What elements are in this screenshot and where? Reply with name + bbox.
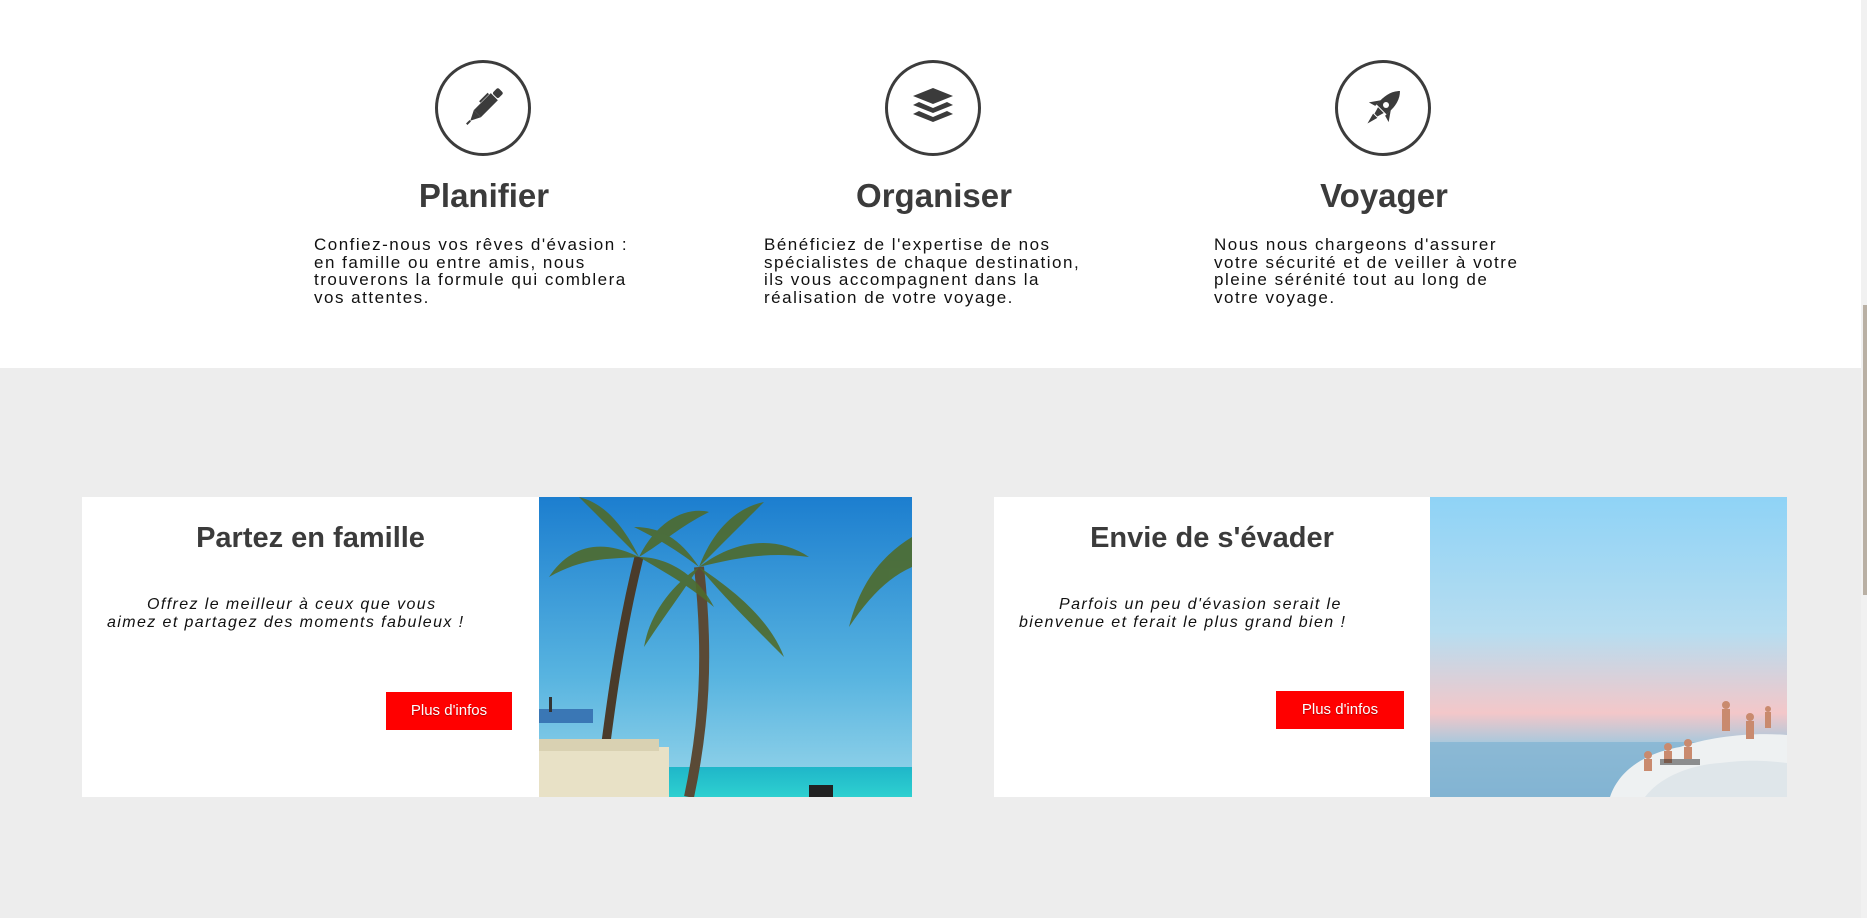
promo-title: Envie de s'évader (1090, 522, 1334, 554)
rocket-icon (1335, 60, 1431, 156)
promo-description: Parfois un peu d'évasion serait le bienv… (1019, 596, 1347, 631)
palm-beach-photo (539, 497, 912, 797)
beach-rocks-photo (1430, 497, 1787, 797)
plus-infos-button[interactable]: Plus d'infos (386, 692, 512, 730)
feature-title: Voyager (1320, 177, 1448, 214)
plus-infos-button[interactable]: Plus d'infos (1276, 691, 1404, 729)
feature-description: Confiez-nous vos rêves d'évasion : en fa… (314, 235, 629, 307)
layers-icon (885, 60, 981, 156)
scrollbar-thumb[interactable] (1863, 305, 1867, 595)
feature-title: Planifier (418, 177, 550, 214)
promo-section: Partez en famille Offrez le meilleur à c… (0, 368, 1861, 918)
feature-description: Bénéficiez de l'expertise de nos spécial… (764, 235, 1081, 307)
feature-description: Nous nous chargeons d'assurer votre sécu… (1214, 235, 1519, 307)
pen-icon (435, 60, 531, 156)
promo-title: Partez en famille (196, 522, 425, 554)
feature-title: Organiser (856, 177, 1012, 214)
page: Planifier Confiez-nous vos rêves d'évasi… (0, 0, 1867, 918)
promo-description: Offrez le meilleur à ceux que vous aimez… (107, 596, 465, 631)
features-section: Planifier Confiez-nous vos rêves d'évasi… (0, 0, 1861, 368)
